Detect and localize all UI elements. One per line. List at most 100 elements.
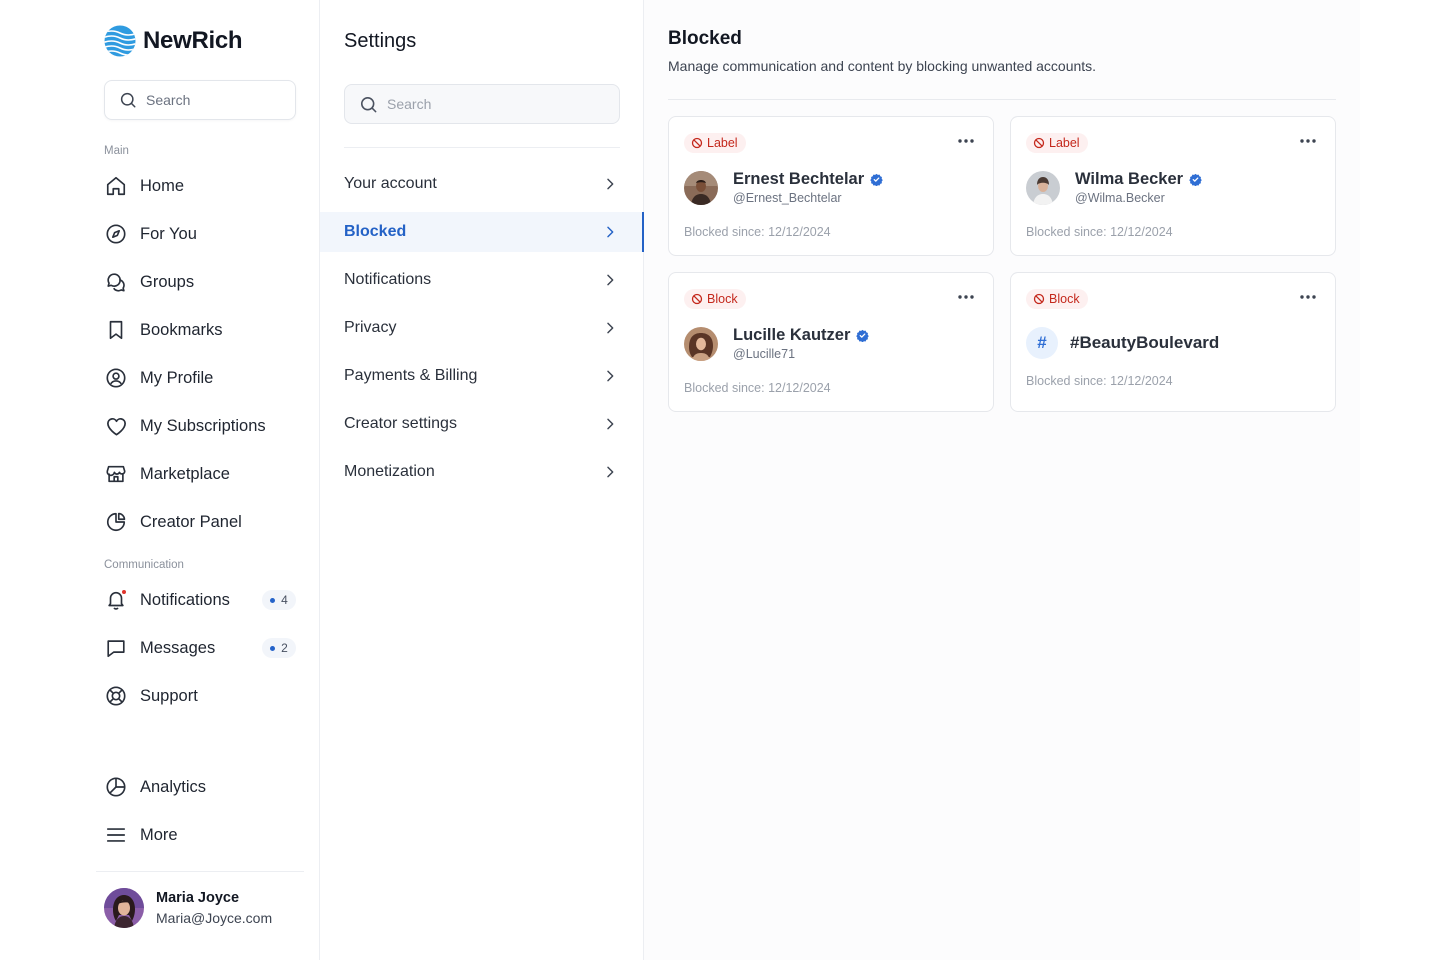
account-handle: @Wilma.Becker (1075, 191, 1165, 205)
nav-label: Bookmarks (140, 320, 223, 339)
nav-label: More (140, 825, 178, 844)
settings-item-monetization[interactable]: Monetization (320, 452, 644, 492)
nav-item-marketplace[interactable]: Marketplace (104, 457, 296, 491)
store-icon (104, 462, 128, 486)
unread-dot (121, 589, 127, 595)
heart-icon (104, 414, 128, 438)
blocked-hashtag[interactable]: # #BeautyBoulevard (1026, 327, 1219, 359)
settings-search[interactable] (344, 84, 620, 124)
chevron-right-icon (602, 464, 618, 480)
blocked-account[interactable]: Wilma Becker @Wilma.Becker (1026, 170, 1202, 205)
settings-item-label: Monetization (344, 463, 435, 480)
settings-item-your-account[interactable]: Your account (320, 164, 644, 204)
badge-label: Label (707, 136, 738, 150)
account-name: Ernest Bechtelar (733, 170, 865, 188)
search-icon (120, 92, 136, 108)
settings-item-label: Privacy (344, 319, 397, 336)
nav-label: Marketplace (140, 464, 230, 483)
sidebar-divider (96, 871, 304, 872)
verified-badge-icon (870, 173, 883, 186)
blocked-since: Blocked since: 12/12/2024 (684, 381, 831, 395)
blocked-card: Label Wilma Becker @Wilma.Becker Blocked… (1010, 116, 1336, 256)
more-options-icon[interactable] (956, 287, 976, 307)
nav-item-my-subscriptions[interactable]: My Subscriptions (104, 409, 296, 443)
page-subtitle: Manage communication and content by bloc… (668, 58, 1097, 74)
user-email: Maria@Joyce.com (156, 909, 273, 926)
chevron-right-icon (602, 176, 618, 192)
brand-name: NewRich (143, 27, 243, 54)
chevron-right-icon (602, 224, 618, 240)
blocked-card: Block Lucille Kautzer @Lucille71 Blocked… (668, 272, 994, 412)
nav-label: My Subscriptions (140, 416, 266, 435)
blocked-since: Blocked since: 12/12/2024 (684, 225, 831, 239)
nav-label: My Profile (140, 368, 214, 387)
blocked-account[interactable]: Lucille Kautzer @Lucille71 (684, 326, 870, 361)
status-badge: Label (1026, 133, 1088, 153)
chat-bubbles-icon (104, 270, 128, 294)
globe-stripes-icon (104, 25, 136, 57)
blocked-content: Blocked Manage communication and content… (644, 0, 1360, 960)
hashtag-icon: # (1026, 327, 1058, 359)
blocked-card: Block # #BeautyBoulevard Blocked since: … (1010, 272, 1336, 412)
nav-item-notifications[interactable]: Notifications 4 (104, 583, 296, 617)
bookmark-icon (104, 318, 128, 342)
verified-badge-icon (856, 329, 870, 342)
more-options-icon[interactable] (1298, 287, 1318, 307)
settings-item-creator-settings[interactable]: Creator settings (320, 404, 644, 444)
settings-item-label: Payments & Billing (344, 367, 478, 384)
status-badge: Block (1026, 289, 1088, 309)
clock-pie-icon (104, 775, 128, 799)
count-badge: 2 (262, 638, 296, 658)
settings-item-label: Notifications (344, 271, 432, 288)
settings-title: Settings (344, 30, 417, 52)
ban-icon (691, 293, 703, 305)
compass-icon (104, 222, 128, 246)
nav-item-more[interactable]: More (104, 818, 296, 852)
nav-item-bookmarks[interactable]: Bookmarks (104, 313, 296, 347)
nav-item-for-you[interactable]: For You (104, 217, 296, 251)
ban-icon (691, 137, 703, 149)
nav-item-creator-panel[interactable]: Creator Panel (104, 505, 296, 539)
bell-icon (104, 588, 128, 612)
nav-item-groups[interactable]: Groups (104, 265, 296, 299)
account-name: Wilma Becker (1075, 170, 1184, 188)
sidebar-search-input[interactable] (146, 92, 276, 108)
nav-item-analytics[interactable]: Analytics (104, 770, 296, 804)
badge-count: 4 (281, 593, 288, 607)
chevron-right-icon (602, 320, 618, 336)
more-options-icon[interactable] (956, 131, 976, 151)
settings-search-input[interactable] (387, 96, 587, 112)
nav-item-my-profile[interactable]: My Profile (104, 361, 296, 395)
nav-item-support[interactable]: Support (104, 679, 296, 713)
badge-count: 2 (281, 641, 288, 655)
settings-divider (344, 147, 620, 148)
avatar (684, 170, 718, 205)
account-handle: @Lucille71 (733, 347, 796, 361)
settings-item-payments-billing[interactable]: Payments & Billing (320, 356, 644, 396)
user-name: Maria Joyce (156, 889, 240, 906)
more-options-icon[interactable] (1298, 131, 1318, 151)
badge-label: Label (1049, 136, 1080, 150)
page-title: Blocked (668, 28, 742, 49)
nav-item-home[interactable]: Home (104, 169, 296, 203)
nav-item-messages[interactable]: Messages 2 (104, 631, 296, 665)
settings-item-privacy[interactable]: Privacy (320, 308, 644, 348)
ban-icon (1033, 137, 1045, 149)
settings-item-blocked[interactable]: Blocked (320, 212, 644, 252)
status-badge: Label (684, 133, 746, 153)
blocked-account[interactable]: Ernest Bechtelar @Ernest_Bechtelar (684, 170, 883, 205)
primary-sidebar: NewRich Main Home For You Groups Bookmar… (0, 0, 320, 960)
count-badge: 4 (262, 590, 296, 610)
settings-item-label: Creator settings (344, 415, 457, 432)
blocked-since: Blocked since: 12/12/2024 (1026, 225, 1173, 239)
avatar (684, 326, 718, 361)
nav-label: For You (140, 224, 197, 243)
section-label-communication: Communication (104, 559, 184, 571)
sidebar-search[interactable] (104, 80, 296, 120)
badge-label: Block (1049, 292, 1080, 306)
pie-chart-icon (104, 510, 128, 534)
brand[interactable]: NewRich (104, 25, 243, 57)
home-icon (104, 174, 128, 198)
user-profile[interactable]: Maria Joyce Maria@Joyce.com (104, 888, 272, 928)
settings-item-notifications[interactable]: Notifications (320, 260, 644, 300)
